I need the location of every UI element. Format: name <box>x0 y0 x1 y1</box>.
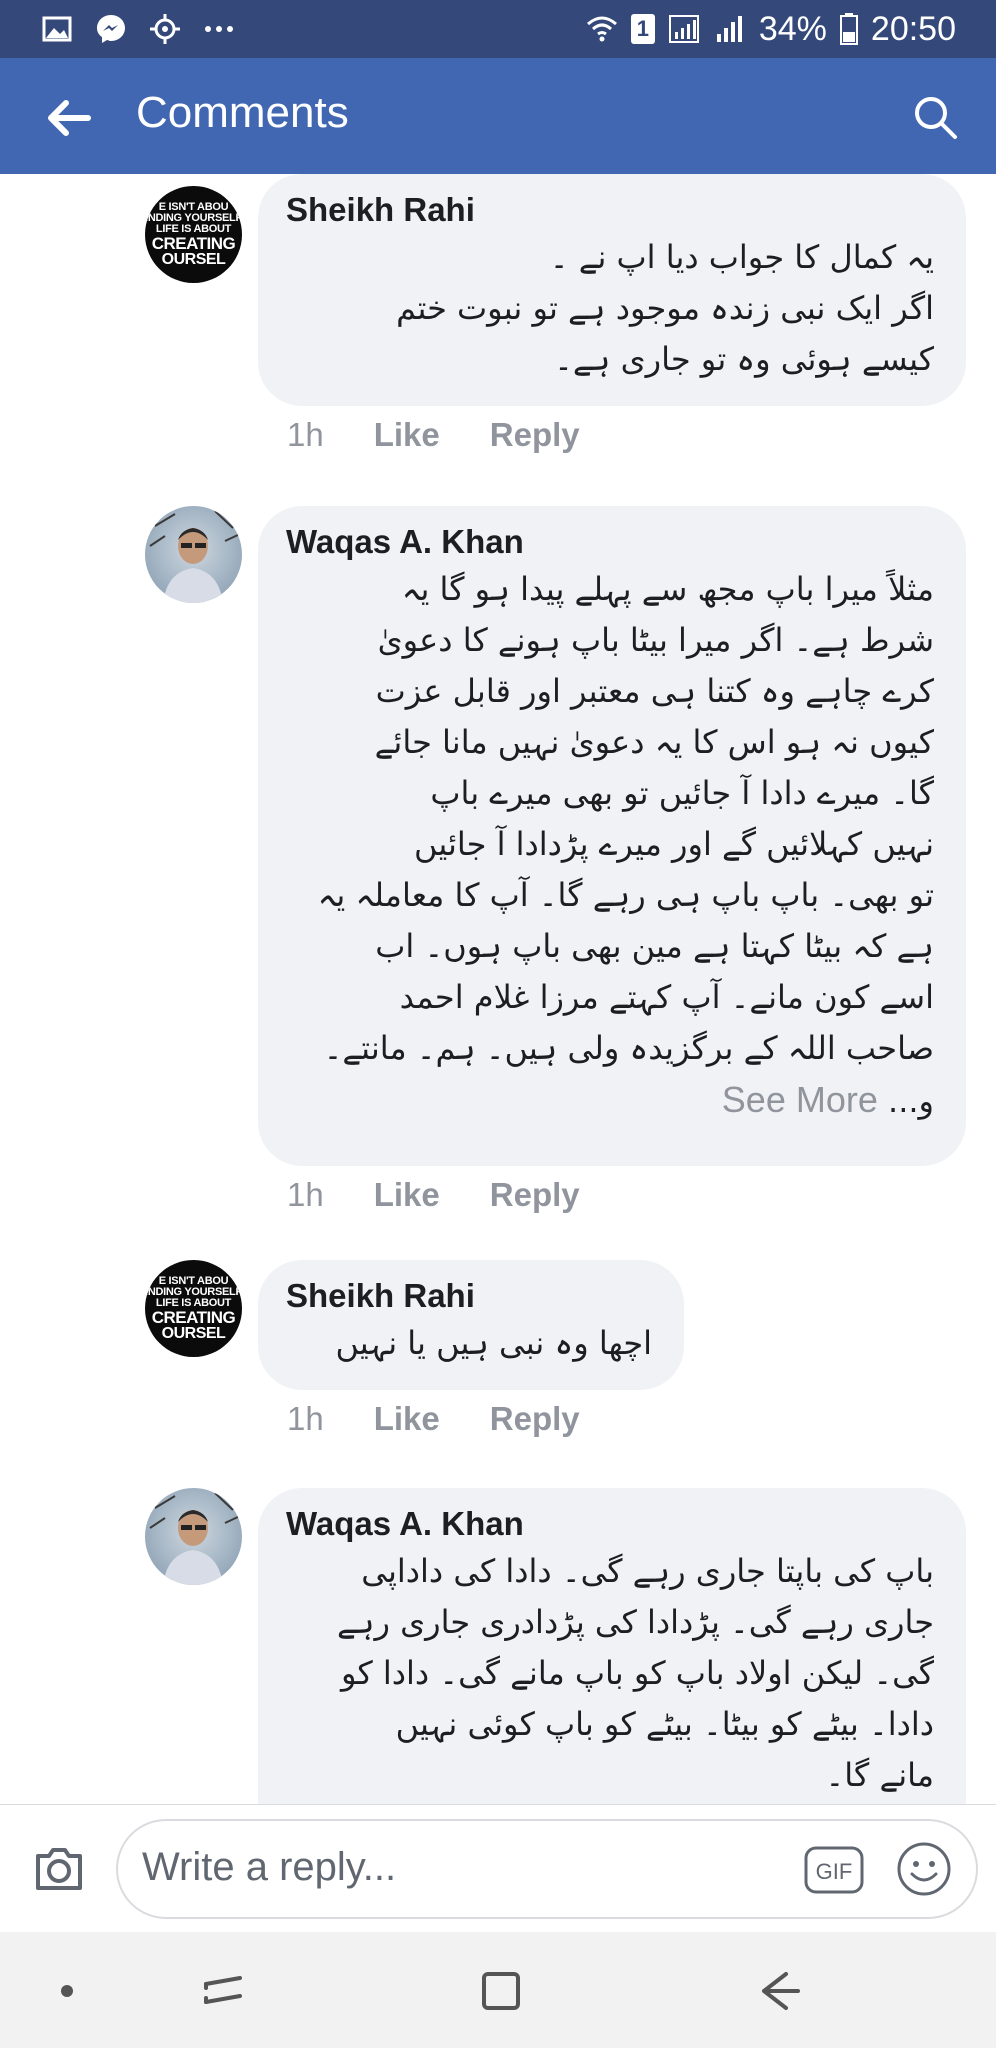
reply-placeholder: Write a reply... <box>142 1845 397 1889</box>
page-title: Comments <box>136 88 349 137</box>
avatar-text: OURSEL <box>161 1324 226 1342</box>
home-icon[interactable] <box>478 1968 524 2014</box>
avatar[interactable]: E ISN'T ABOU INDING YOURSELF LIFE IS ABO… <box>145 186 242 283</box>
comment-line: شرط ہے۔ اگر میرا بیٹا باپ ہونے کا دعویٰ <box>377 621 934 659</box>
like-button[interactable]: Like <box>374 416 440 454</box>
signal-icon <box>668 15 699 43</box>
comment-line: اچھا وہ نبی ہیں یا نہیں <box>335 1324 652 1362</box>
comment-line: کیسے ہوئی وہ تو جاری ہے۔ <box>554 340 934 378</box>
app-bar: Comments <box>0 58 996 174</box>
comment-line: و... <box>888 1082 934 1120</box>
image-icon <box>42 16 72 42</box>
reply-bar: Write a reply... GIF <box>0 1804 996 1932</box>
person-photo <box>149 1492 241 1585</box>
more-dots-icon <box>205 26 233 32</box>
comment-bubble[interactable]: Sheikh Rahi اچھا وہ نبی ہیں یا نہیں <box>258 1260 684 1390</box>
avatar[interactable]: E ISN'T ABOU INDING YOURSELF LIFE IS ABO… <box>145 1260 242 1357</box>
avatar-text: INDING YOURSELF <box>145 211 242 224</box>
reply-input[interactable]: Write a reply... GIF <box>116 1819 978 1919</box>
comment-actions: 1h Like Reply <box>287 410 580 460</box>
comment-line: گا۔ میرے دادا آ جائیں تو بھی میرے باپ <box>430 774 934 812</box>
comment-time: 1h <box>287 416 324 453</box>
messenger-icon <box>97 15 125 43</box>
comment-line: دادا۔ بیٹے کو بیٹا۔ بیٹے کو باپ کوئی نہی… <box>395 1705 934 1743</box>
avatar-text: INDING YOURSELF <box>145 1285 242 1298</box>
battery-icon <box>839 13 858 45</box>
comment-actions: 1h Like Reply <box>287 1394 580 1444</box>
avatar-text: CREATING <box>151 233 236 253</box>
comment-line: باپ کی باپتا جاری رہے گی۔ دادا کی داداپی <box>361 1552 934 1590</box>
comment-line: کیوں نہ ہو اس کا یہ دعویٰ نہیں مانا جائے <box>374 723 934 761</box>
emoji-icon[interactable] <box>896 1841 952 1897</box>
avatar-text: OURSEL <box>161 250 226 268</box>
comment-line: یہ کمال کا جواب دیا اپ نے ۔ <box>549 238 934 276</box>
avatar-text: LIFE IS ABOUT <box>155 222 232 235</box>
comment-bubble[interactable]: Waqas A. Khan باپ کی باپتا جاری رہے گی۔ … <box>258 1488 966 1804</box>
notification-icons <box>40 10 236 48</box>
comment-author[interactable]: Waqas A. Khan <box>286 520 934 564</box>
like-button[interactable]: Like <box>374 1176 440 1214</box>
see-more-link[interactable]: See More <box>722 1079 878 1120</box>
avatar[interactable] <box>145 506 242 603</box>
comment-last-line: و... See More <box>286 1074 934 1127</box>
comment-line: اسے کون مانے۔ آپ کہتے مرزا غلام احمد <box>399 978 934 1016</box>
gif-icon[interactable]: GIF <box>804 1846 864 1894</box>
battery-percent: 34% <box>758 9 827 48</box>
avatar-text: E ISN'T ABOU <box>158 200 229 213</box>
avatar-text: CREATING <box>151 1307 236 1327</box>
clock: 20:50 <box>870 9 956 48</box>
avatar-text: E ISN'T ABOU <box>158 1274 229 1287</box>
gif-label: GIF <box>816 1859 853 1884</box>
person-photo <box>149 510 241 603</box>
avatar-text: LIFE IS ABOUT <box>155 1296 232 1309</box>
status-bar: 1 34% 20:50 <box>0 0 996 58</box>
comment-line: گی۔ لیکن اولاد باپ کو باپ مانے گی۔ دادا … <box>340 1654 934 1692</box>
comment-author[interactable]: Sheikh Rahi <box>286 188 934 232</box>
comment-line: تو بھی۔ باپ باپ ہی رہے گا۔ آپ کا معاملہ … <box>317 876 934 914</box>
signal-bars-icon <box>716 16 742 42</box>
reply-button[interactable]: Reply <box>490 1176 580 1214</box>
like-button[interactable]: Like <box>374 1400 440 1438</box>
comment-author[interactable]: Sheikh Rahi <box>286 1274 652 1318</box>
wifi-icon <box>586 16 617 42</box>
system-nav-bar <box>0 1932 996 2048</box>
back-icon[interactable] <box>756 1968 802 2014</box>
comment-bubble[interactable]: Waqas A. Khan مثلاً میرا باپ مجھ سے پہلے… <box>258 506 966 1166</box>
comment-line: کرے چاہے وہ کتنا ہی معتبر اور قابل عزت <box>375 672 934 710</box>
camera-icon[interactable] <box>32 1842 86 1896</box>
search-icon[interactable] <box>910 92 960 142</box>
comment-bubble[interactable]: Sheikh Rahi یہ کمال کا جواب دیا اپ نے ۔ … <box>258 174 966 406</box>
avatar[interactable] <box>145 1488 242 1585</box>
comment-line: مانے گا۔ <box>825 1756 934 1794</box>
back-arrow-icon[interactable] <box>44 94 92 142</box>
comment-actions: 1h Like Reply <box>287 1170 580 1220</box>
sim-badge: 1 <box>630 14 655 44</box>
comment-author[interactable]: Waqas A. Khan <box>286 1502 934 1546</box>
recent-apps-icon[interactable] <box>200 1968 246 2014</box>
comment-line: نہیں کہلائیں گے اور میرے پڑدادا آ جائیں <box>413 825 934 863</box>
comment-line: صاحب اللہ کے برگزیدہ ولی ہیں۔ ہم۔ مانتے۔ <box>323 1029 934 1067</box>
comment-line: مثلاً میرا باپ مجھ سے پہلے پیدا ہو گا یہ <box>401 570 934 608</box>
comment-time: 1h <box>287 1400 324 1437</box>
comments-list: E ISN'T ABOU INDING YOURSELF LIFE IS ABO… <box>0 174 996 1804</box>
comment-line: ہے کہ بیٹا کہتا ہے مین بھی باپ ہوں۔ اب <box>375 927 934 965</box>
dot-icon[interactable] <box>44 1968 90 2014</box>
reply-button[interactable]: Reply <box>490 416 580 454</box>
comment-line: اگر ایک نبی زندہ موجود ہے تو نبوت ختم <box>396 289 934 327</box>
reply-button[interactable]: Reply <box>490 1400 580 1438</box>
system-status-icons: 1 34% 20:50 <box>585 8 956 50</box>
comment-line: جاری رہے گی۔ پڑدادا کی پڑدادری جاری رہے <box>336 1603 934 1641</box>
comment-time: 1h <box>287 1176 324 1213</box>
gear-icon <box>150 14 180 44</box>
